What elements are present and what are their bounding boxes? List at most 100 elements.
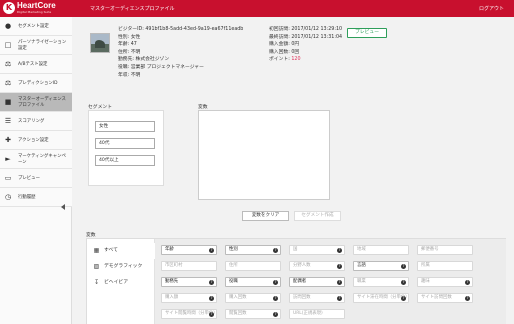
sidebar-item-personalization[interactable]: □ パーソナライゼーション設定 [0, 36, 72, 55]
sidebar-item-ab-test[interactable]: ⚖ A/Bテスト設定 [0, 55, 72, 74]
arrows-icon: ✚ [5, 136, 11, 144]
help-icon[interactable]: ? [273, 312, 278, 317]
variable-pill-label: 市区町村 [165, 263, 183, 268]
purchase-amount: 購入金額: 0円 [269, 42, 300, 48]
help-icon[interactable]: ? [337, 296, 342, 301]
page-title: マスターオーディエンスプロファイル [90, 6, 175, 12]
sidebar-item-prediction[interactable]: ⚖ プレディクションID [0, 74, 72, 93]
segment-item[interactable]: 40代以上 [95, 155, 155, 166]
variable-pill-label: 国 [293, 247, 298, 252]
variable-pill[interactable]: 購入額? [161, 293, 217, 303]
variable-pill[interactable]: サイト訪問回数? [417, 293, 473, 303]
variable-pill[interactable]: 分野人数? [289, 261, 345, 271]
megaphone-icon: ► [5, 155, 11, 163]
variable-pill-label: 地域 [357, 247, 366, 252]
tab-label: デモグラフィック [104, 264, 143, 269]
variable-pill[interactable]: 役職? [225, 277, 281, 287]
help-icon[interactable]: ? [337, 264, 342, 269]
logout-link[interactable]: ログアウト [479, 5, 504, 12]
purchase-count: 購入回数: 0回 [269, 49, 300, 55]
variables-drop-area[interactable] [198, 110, 330, 200]
tab-demographic[interactable]: ▨ デモグラフィック [87, 259, 155, 275]
top-bar: K HeartCore Digital Marketing Suite マスター… [0, 0, 514, 17]
sidebar-item-master-audience[interactable]: ■ マスターオーディエンスプロファイル [0, 93, 72, 112]
variable-pill-label: 年齢 [165, 247, 174, 252]
help-icon[interactable]: ? [273, 248, 278, 253]
segment-heading: セグメント [88, 105, 112, 110]
sidebar-item-label: プレビュー [18, 175, 40, 181]
points-label: ポイント: [269, 57, 292, 63]
variables-list-heading: 変数 [86, 233, 96, 238]
variable-pill[interactable]: 郵便番号 [417, 245, 473, 255]
tab-behavior[interactable]: ↧ ビヘイビア [87, 275, 155, 291]
sidebar: ● セグメント設定 □ パーソナライゼーション設定 ⚖ A/Bテスト設定 ⚖ プ… [0, 17, 72, 324]
variable-pill-label: 住所 [229, 263, 238, 268]
list-icon: ☰ [4, 117, 12, 125]
variable-pill[interactable]: 住所 [225, 261, 281, 271]
person-icon: ■ [4, 98, 12, 106]
help-icon[interactable]: ? [273, 296, 278, 301]
variable-pill[interactable]: 配偶者? [289, 277, 345, 287]
sidebar-item-action[interactable]: ✚ アクション設定 [0, 131, 72, 150]
scale-icon: ⚖ [4, 79, 12, 87]
segment-item[interactable]: 女性 [95, 121, 155, 132]
sidebar-item-label: セグメント設定 [18, 23, 49, 29]
variable-pill-label: 言語 [357, 263, 366, 268]
document-icon: □ [4, 41, 12, 49]
variable-pill-label: 訪問回数 [293, 295, 311, 300]
chevron-left-icon [61, 204, 65, 210]
variable-pill-label: 趣味 [421, 279, 430, 284]
variable-pill-label: 閲覧回数 [229, 311, 247, 316]
create-segment-button[interactable]: セグメント作成 [294, 211, 341, 221]
help-icon[interactable]: ? [401, 264, 406, 269]
help-icon[interactable]: ? [273, 280, 278, 285]
variable-pill[interactable]: 職業? [353, 277, 409, 287]
tab-all[interactable]: ▦ すべて [87, 243, 155, 259]
heartcore-logo[interactable]: K HeartCore Digital Marketing Suite [3, 1, 71, 16]
help-icon[interactable]: ? [465, 280, 470, 285]
variable-pill[interactable]: サイト滞在時間（分単位）? [353, 293, 409, 303]
variable-pill[interactable]: 年齢? [161, 245, 217, 255]
clear-variables-button[interactable]: 変数をクリア [242, 211, 289, 221]
help-icon[interactable]: ? [337, 248, 342, 253]
variable-pill[interactable]: 言語? [353, 261, 409, 271]
variable-category-tabs: ▦ すべて ▨ デモグラフィック ↧ ビヘイビア [87, 239, 155, 324]
main-content: ビジターID: 491bf1b8-5add-43ed-9a19-ea67f11e… [72, 17, 514, 324]
help-icon[interactable]: ? [209, 312, 214, 317]
variable-pill-label: 所属 [421, 263, 430, 268]
variable-pill[interactable]: 閲覧回数? [225, 309, 281, 319]
help-icon[interactable]: ? [337, 280, 342, 285]
variable-pills-area: 年齢? 性別? 国? 地域 郵便番号 市区町村 住所 分野人数? 言語? 所属 勤務先? 役職? 配偶者… [155, 239, 506, 324]
preview-button[interactable]: プレビュー [347, 28, 387, 38]
variable-pill-label: 分野人数 [293, 263, 311, 268]
sidebar-item-label: A/Bテスト設定 [18, 61, 48, 67]
variable-pill[interactable]: 購入回数? [225, 293, 281, 303]
heartcore-logo-icon: K [3, 2, 15, 14]
variable-pill[interactable]: 市区町村 [161, 261, 217, 271]
tab-label: すべて [104, 248, 118, 253]
variable-pill[interactable]: 所属 [417, 261, 473, 271]
sidebar-item-campaign[interactable]: ► マーケティングキャンペーン [0, 150, 72, 169]
help-icon[interactable]: ? [209, 296, 214, 301]
help-icon[interactable]: ? [465, 296, 470, 301]
variable-pill-label: 役職 [229, 279, 238, 284]
segment-item[interactable]: 40代 [95, 138, 155, 149]
variable-pill[interactable]: URL(正規表現) [289, 309, 345, 319]
variable-pill[interactable]: 趣味? [417, 277, 473, 287]
help-icon[interactable]: ? [401, 296, 406, 301]
variable-pill[interactable]: サイト閲覧時間（分単位）? [161, 309, 217, 319]
sidebar-collapse-button[interactable] [0, 200, 72, 214]
sidebar-item-segment[interactable]: ● セグメント設定 [0, 17, 72, 36]
variable-pill[interactable]: 勤務先? [161, 277, 217, 287]
sidebar-item-scoring[interactable]: ☰ スコアリング [0, 112, 72, 131]
variable-pill[interactable]: 訪問回数? [289, 293, 345, 303]
help-icon[interactable]: ? [209, 248, 214, 253]
variable-pill[interactable]: 地域 [353, 245, 409, 255]
help-icon[interactable]: ? [401, 280, 406, 285]
sidebar-item-preview[interactable]: ▭ プレビュー [0, 169, 72, 188]
variable-pill[interactable]: 性別? [225, 245, 281, 255]
variable-pill-label: 購入回数 [229, 295, 247, 300]
visitor-id: ビジターID: 491bf1b8-5add-43ed-9a19-ea67f11e… [118, 27, 244, 32]
help-icon[interactable]: ? [209, 280, 214, 285]
variable-pill[interactable]: 国? [289, 245, 345, 255]
